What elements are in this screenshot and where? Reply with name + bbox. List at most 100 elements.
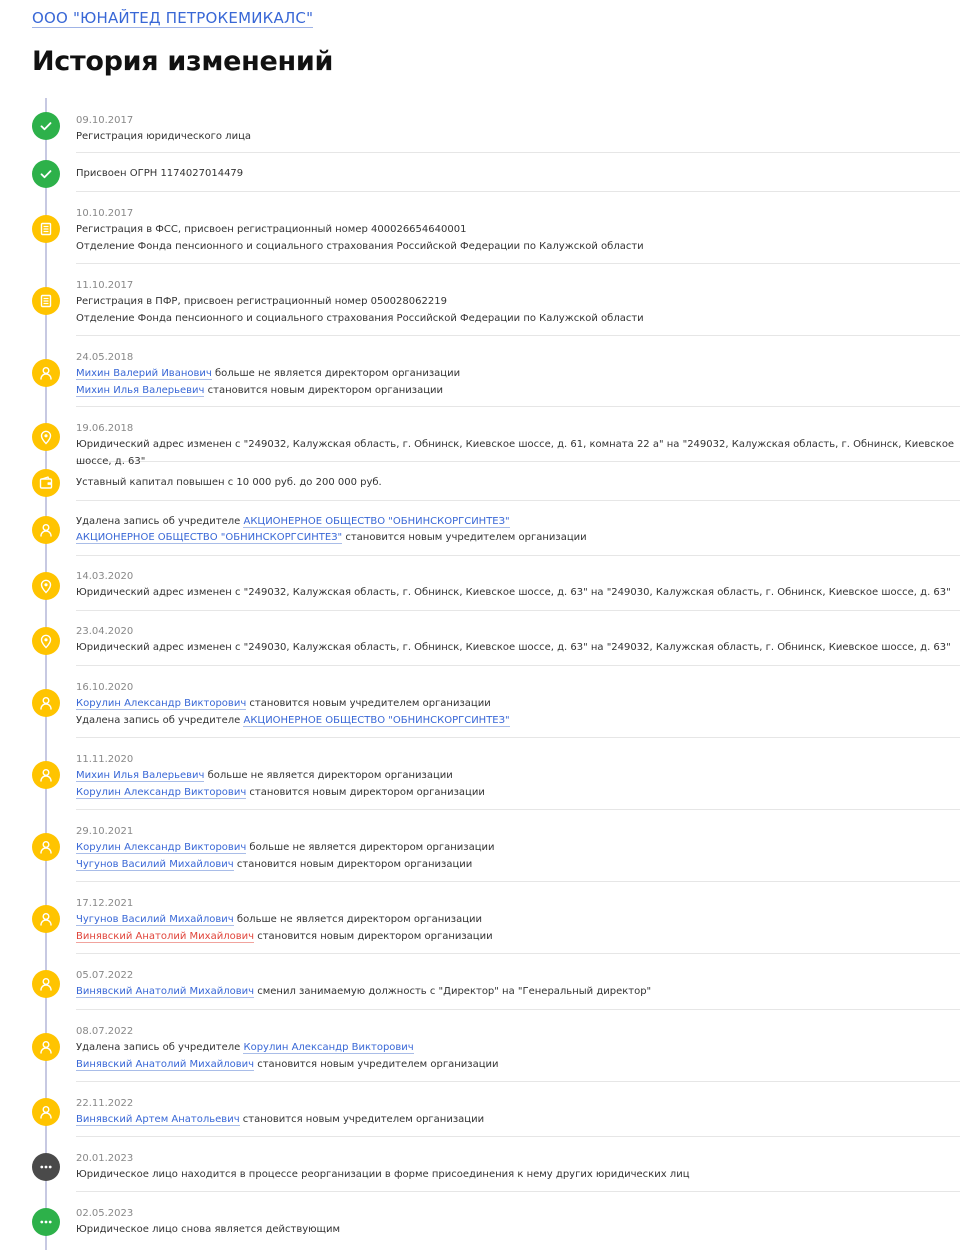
event-text-line: Чугунов Василий Михайлович становится но… xyxy=(76,857,960,873)
history-event: Присвоен ОГРН 1174027014479 xyxy=(0,154,960,193)
event-marker xyxy=(32,112,60,140)
event-marker xyxy=(32,833,60,861)
event-date: 05.07.2022 xyxy=(76,970,134,981)
event-marker xyxy=(32,970,60,998)
event-text-line: Винявский Артем Анатольевич становится н… xyxy=(76,1112,960,1128)
event-text-line: Корулин Александр Викторович становится … xyxy=(76,696,960,712)
event-content: 11.11.2020 Михин Илья Валерьевич больше н… xyxy=(76,739,960,810)
event-text-line: Уставный капитал повышен с 10 000 руб. д… xyxy=(76,475,960,491)
history-event: 16.10.2020 Корулин Александр Викторович с… xyxy=(0,667,960,739)
event-text-line: Регистрация юридического лица xyxy=(76,129,960,145)
event-marker xyxy=(32,761,60,789)
event-marker xyxy=(32,1098,60,1126)
person-icon xyxy=(38,1039,54,1055)
entity-link[interactable]: Винявский Анатолий Михайлович xyxy=(76,930,255,943)
event-content: 24.05.2018 Михин Валерий Иванович больше … xyxy=(76,337,960,407)
document-icon xyxy=(38,293,54,309)
event-text-line: Корулин Александр Викторович больше не я… xyxy=(76,840,960,856)
event-content: 09.10.2017 Регистрация юридического лица xyxy=(76,98,960,153)
event-content: 17.12.2021 Чугунов Василий Михайлович бол… xyxy=(76,883,960,954)
history-event: 19.06.2018 Юридический адрес изменен с "2… xyxy=(0,408,960,467)
event-date: 20.01.2023 xyxy=(76,1153,134,1164)
entity-link[interactable]: Михин Илья Валерьевич xyxy=(76,384,205,397)
event-content: 02.05.2023 Юридическое лицо снова являетс… xyxy=(76,1193,960,1249)
event-content: 16.10.2020 Корулин Александр Викторович с… xyxy=(76,667,960,738)
event-text-line: Удалена запись об учредителе АКЦИОНЕРНОЕ… xyxy=(76,514,960,530)
person-icon xyxy=(38,695,54,711)
history-event: Уставный капитал повышен с 10 000 руб. д… xyxy=(0,463,960,502)
event-text: становится новым директором организации xyxy=(233,858,473,870)
event-content: 22.11.2022 Винявский Артем Анатольевич ст… xyxy=(76,1083,960,1137)
entity-link[interactable]: Корулин Александр Викторович xyxy=(76,786,247,799)
event-text-line: Удалена запись об учредителе Корулин Але… xyxy=(76,1040,960,1056)
event-content: 23.04.2020 Юридический адрес изменен с "2… xyxy=(76,612,960,666)
history-event: 22.11.2022 Винявский Артем Анатольевич ст… xyxy=(0,1083,960,1138)
history-event: 08.07.2022 Удалена запись об учредителе К… xyxy=(0,1011,960,1083)
history-event: 17.12.2021 Чугунов Василий Михайлович бол… xyxy=(0,883,960,955)
event-content: 20.01.2023 Юридическое лицо находится в п… xyxy=(76,1138,960,1192)
event-date: 16.10.2020 xyxy=(76,682,134,693)
event-date: 24.05.2018 xyxy=(76,352,134,363)
event-text-line: Корулин Александр Викторович становится … xyxy=(76,785,960,801)
event-text: сменил занимаемую должность с "Директор"… xyxy=(254,986,652,998)
entity-link[interactable]: Винявский Анатолий Михайлович xyxy=(76,986,255,999)
event-text: Юридическое лицо находится в процессе ре… xyxy=(76,1169,690,1181)
event-content: 08.07.2022 Удалена запись об учредителе К… xyxy=(76,1011,960,1082)
person-icon xyxy=(38,976,54,992)
more-icon xyxy=(38,1159,54,1175)
event-marker xyxy=(32,160,60,188)
event-marker xyxy=(32,905,60,933)
entity-link[interactable]: АКЦИОНЕРНОЕ ОБЩЕСТВО "ОБНИНСКОРГСИНТЕЗ" xyxy=(243,714,510,727)
event-text: Удалена запись об учредителе xyxy=(76,516,244,527)
history-event: 23.04.2020 Юридический адрес изменен с "2… xyxy=(0,612,960,667)
entity-link[interactable]: Михин Валерий Иванович xyxy=(76,368,212,381)
entity-link[interactable]: Корулин Александр Викторович xyxy=(243,1042,414,1055)
event-content: 19.06.2018 Юридический адрес изменен с "2… xyxy=(76,408,960,467)
event-text: больше не является директором организаци… xyxy=(211,368,461,380)
entity-link[interactable]: Чугунов Василий Михайлович xyxy=(76,914,234,927)
event-text-line: Чугунов Василий Михайлович больше не явл… xyxy=(76,912,960,928)
event-date: 23.04.2020 xyxy=(76,626,134,637)
event-content: 14.03.2020 Юридический адрес изменен с "2… xyxy=(76,557,960,611)
event-text: Отделение Фонда пенсионного и социальног… xyxy=(76,312,644,324)
person-icon xyxy=(38,911,54,927)
event-marker xyxy=(32,1033,60,1061)
entity-link[interactable]: Винявский Анатолий Михайлович xyxy=(76,1058,255,1071)
event-text-line: Винявский Анатолий Михайлович становится… xyxy=(76,929,960,945)
event-text: Регистрация в ФСС, присвоен регистрацион… xyxy=(76,224,467,236)
wallet-icon xyxy=(38,475,54,491)
event-date: 02.05.2023 xyxy=(76,1208,134,1219)
event-date: 17.12.2021 xyxy=(76,898,134,909)
event-marker xyxy=(32,689,60,717)
event-marker xyxy=(32,627,60,655)
entity-link[interactable]: Михин Илья Валерьевич xyxy=(76,770,205,783)
event-text-line: АКЦИОНЕРНОЕ ОБЩЕСТВО "ОБНИНСКОРГСИНТЕЗ" … xyxy=(76,530,960,546)
entity-link[interactable]: АКЦИОНЕРНОЕ ОБЩЕСТВО "ОБНИНСКОРГСИНТЕЗ" xyxy=(76,532,343,545)
event-text-line: Михин Илья Валерьевич больше не является… xyxy=(76,768,960,784)
event-text-line: Отделение Фонда пенсионного и социальног… xyxy=(76,239,960,255)
event-text: становится новым директором организации xyxy=(204,384,444,396)
event-text: становится новым директором организации xyxy=(254,930,493,942)
event-date: 08.07.2022 xyxy=(76,1026,134,1037)
entity-link[interactable]: АКЦИОНЕРНОЕ ОБЩЕСТВО "ОБНИНСКОРГСИНТЕЗ" xyxy=(243,516,510,528)
entity-link[interactable]: Винявский Артем Анатольевич xyxy=(76,1114,240,1127)
event-text-line: Юридическое лицо находится в процессе ре… xyxy=(76,1167,960,1183)
event-marker xyxy=(32,359,60,387)
entity-link[interactable]: Корулин Александр Викторович xyxy=(76,842,247,855)
event-content: 29.10.2021 Корулин Александр Викторович б… xyxy=(76,811,960,882)
event-text: Юридический адрес изменен с "249030, Кал… xyxy=(76,642,951,654)
event-text: становится новым учредителем организации xyxy=(246,698,491,710)
location-icon xyxy=(38,578,54,594)
event-text: больше не является директором организаци… xyxy=(233,914,483,926)
person-icon xyxy=(38,1104,54,1120)
company-link[interactable]: ООО "ЮНАЙТЕД ПЕТРОКЕМИКАЛС" xyxy=(32,9,314,28)
history-event: 10.10.2017 Регистрация в ФСС, присвоен ре… xyxy=(0,193,960,265)
entity-link[interactable]: Чугунов Василий Михайлович xyxy=(76,858,234,871)
history-event: 11.11.2020 Михин Илья Валерьевич больше н… xyxy=(0,739,960,811)
location-icon xyxy=(38,429,54,445)
event-content: 11.10.2017 Регистрация в ПФР, присвоен ре… xyxy=(76,265,960,336)
event-text-line: Регистрация в ПФР, присвоен регистрацион… xyxy=(76,294,960,310)
entity-link[interactable]: Корулин Александр Викторович xyxy=(76,698,247,711)
event-text-line: Михин Илья Валерьевич становится новым д… xyxy=(76,383,960,399)
event-marker xyxy=(32,1153,60,1181)
